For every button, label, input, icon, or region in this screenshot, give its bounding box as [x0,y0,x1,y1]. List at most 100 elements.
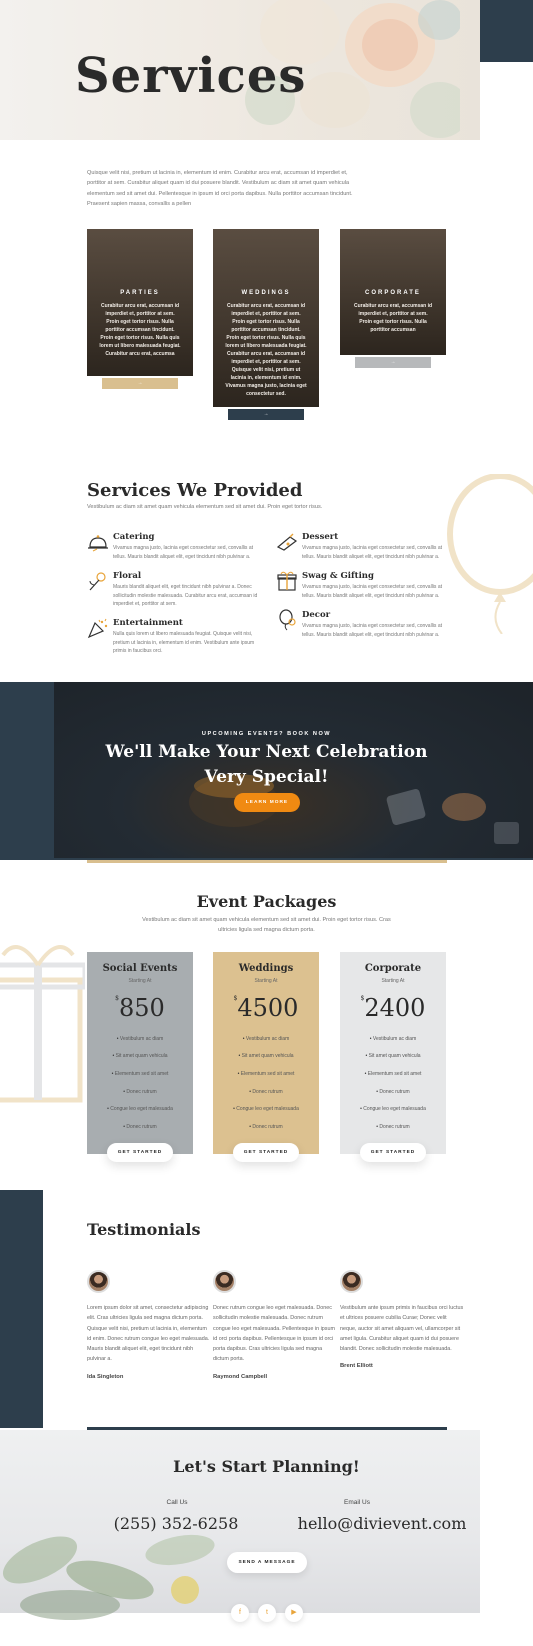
divider-line [87,860,447,863]
feature-item: Vestibulum ac diam [87,1036,193,1054]
twitter-icon[interactable]: t [258,1604,276,1622]
service-name: Swag & Gifting [302,571,374,581]
package-price: $4500 [213,991,319,1026]
card-text: Curabitur arcu erat, accumsan id imperdi… [353,302,433,333]
testimonial-quote: Donec rutrum congue leo eget malesuada. … [213,1305,335,1363]
service-desc: Vivamus magna justo, lacinia eget consec… [302,584,442,599]
testimonial-author: Brent Elliott [340,1363,373,1370]
testimonial-card: Lorem ipsum dolor sit amet, consectetur … [87,1270,211,1381]
feature-item: Congue leo eget malesuada [87,1106,193,1124]
price-value: 2400 [364,993,426,1022]
corporate-arrow-button[interactable]: → [355,357,431,368]
get-started-button[interactable]: GET STARTED [360,1143,426,1162]
service-desc: Mauris blandit aliquet elit, eget tincid… [113,584,258,607]
package-name: Corporate [364,963,422,974]
service-name: Catering [113,532,155,542]
email-label: Email Us [343,1499,370,1506]
price-value: 850 [119,993,165,1022]
services-provided-subtitle: Vestibulum ac diam sit amet quam vehicul… [87,504,323,510]
card-text: Curabitur arcu erat, accumsan id imperdi… [99,302,181,357]
feature-item: Donec rutrum [213,1089,319,1107]
weddings-arrow-button[interactable]: → [228,409,304,420]
card-title: PARTIES [120,290,160,296]
flower-icon [89,572,106,591]
feature-item: Donec rutrum [87,1089,193,1107]
email-address[interactable]: hello@divievent.com [277,1512,487,1535]
service-name: Decor [302,610,331,620]
package-name: Weddings [238,963,294,974]
packages-title: Event Packages [196,892,337,911]
service-card-parties[interactable]: PARTIES Curabitur arcu erat, accumsan id… [87,229,193,376]
get-started-button[interactable]: GET STARTED [107,1143,173,1162]
send-message-button[interactable]: SEND A MESSAGE [227,1552,307,1573]
feature-item: Elementum sed sit amet [213,1071,319,1089]
testimonial-card: Vestibulum ante ipsum primis in faucibus… [340,1270,464,1371]
balloon-icon [279,609,296,631]
learn-more-button[interactable]: LEARN MORE [234,793,300,812]
service-desc: Vivamus magna justo, lacinia eget consec… [113,545,253,560]
currency-symbol: $ [360,994,365,1002]
service-name: Dessert [302,532,339,542]
package-card: Corporate Starting At $2400 Vestibulum ac d… [340,952,446,1154]
phone-number[interactable]: (255) 352-6258 [81,1512,271,1535]
cta-title-line2: Very Special! [204,766,329,787]
youtube-icon[interactable]: ▶ [285,1604,303,1622]
facebook-icon[interactable]: f [231,1604,249,1622]
testimonial-author: Ida Singleton [87,1373,124,1380]
feature-list: Vestibulum ac diamSit amet quam vehicula… [87,1036,193,1142]
feature-item: Congue leo eget malesuada [213,1106,319,1124]
testimonial-quote: Lorem ipsum dolor sit amet, consectetur … [87,1305,210,1363]
hero-banner: Services [0,0,480,140]
feature-item: Elementum sed sit amet [340,1071,446,1089]
leaves-decoration-image [2,1534,215,1620]
parties-arrow-button[interactable]: → [102,378,178,389]
card-title: CORPORATE [365,290,421,296]
avatar [87,1270,110,1293]
party-popper-icon [87,618,108,639]
feature-item: Sit amet quam vehicula [213,1053,319,1071]
get-started-button[interactable]: GET STARTED [233,1143,299,1162]
service-card-corporate[interactable]: CORPORATE Curabitur arcu erat, accumsan … [340,229,446,355]
package-card: Social Events Starting At $850 Vestibulum a… [87,952,193,1154]
package-name: Social Events [102,963,178,974]
testimonial-quote: Vestibulum ante ipsum primis in faucibus… [340,1305,464,1353]
decorative-navy-block [0,1190,43,1428]
page-title: Services [75,48,307,104]
testimonial-card: Donec rutrum congue leo eget malesuada. … [213,1270,337,1381]
service-desc: Nulla quis lorem ut libero malesuada feu… [113,631,255,654]
cta-title-line1: We'll Make Your Next Celebration [105,742,428,762]
feature-item: Donec rutrum [340,1089,446,1107]
feature-item: Donec rutrum [340,1124,446,1142]
service-card-weddings[interactable]: WEDDINGS Curabitur arcu erat, accumsan i… [213,229,319,407]
card-title: WEDDINGS [241,290,291,296]
service-desc: Vivamus magna justo, lacinia eget consec… [302,545,442,560]
testimonials-title: Testimonials [87,1220,201,1239]
packages-subtitle: Vestibulum ac diam sit amet quam vehicul… [142,917,391,934]
gift-decoration-icon [0,945,85,1103]
price-value: 4500 [237,993,299,1022]
avatar [213,1270,236,1293]
package-price: $2400 [340,991,446,1026]
feature-item: Vestibulum ac diam [213,1036,319,1054]
services-provided-title: Services We Provided [87,480,303,501]
feature-item: Donec rutrum [87,1124,193,1142]
card-text: Curabitur arcu erat, accumsan id imperdi… [225,302,307,397]
package-starting: Starting At [381,977,405,984]
avatar [340,1270,363,1293]
feature-item: Elementum sed sit amet [87,1071,193,1089]
feature-item: Sit amet quam vehicula [87,1053,193,1071]
service-desc: Vivamus magna justo, lacinia eget consec… [302,623,442,638]
currency-symbol: $ [233,994,238,1002]
decorative-navy-block [480,0,533,62]
feature-list: Vestibulum ac diamSit amet quam vehicula… [340,1036,446,1142]
feature-item: Congue leo eget malesuada [340,1106,446,1124]
call-label: Call Us [166,1499,188,1506]
currency-symbol: $ [115,994,119,1002]
package-starting: Starting At [128,977,152,984]
service-name: Floral [113,571,142,581]
feature-list: Vestibulum ac diamSit amet quam vehicula… [213,1036,319,1142]
gift-icon [277,571,297,591]
feature-item: Sit amet quam vehicula [340,1053,446,1071]
package-starting: Starting At [254,977,278,984]
package-card: Weddings Starting At $4500 Vestibulum ac di… [213,952,319,1154]
